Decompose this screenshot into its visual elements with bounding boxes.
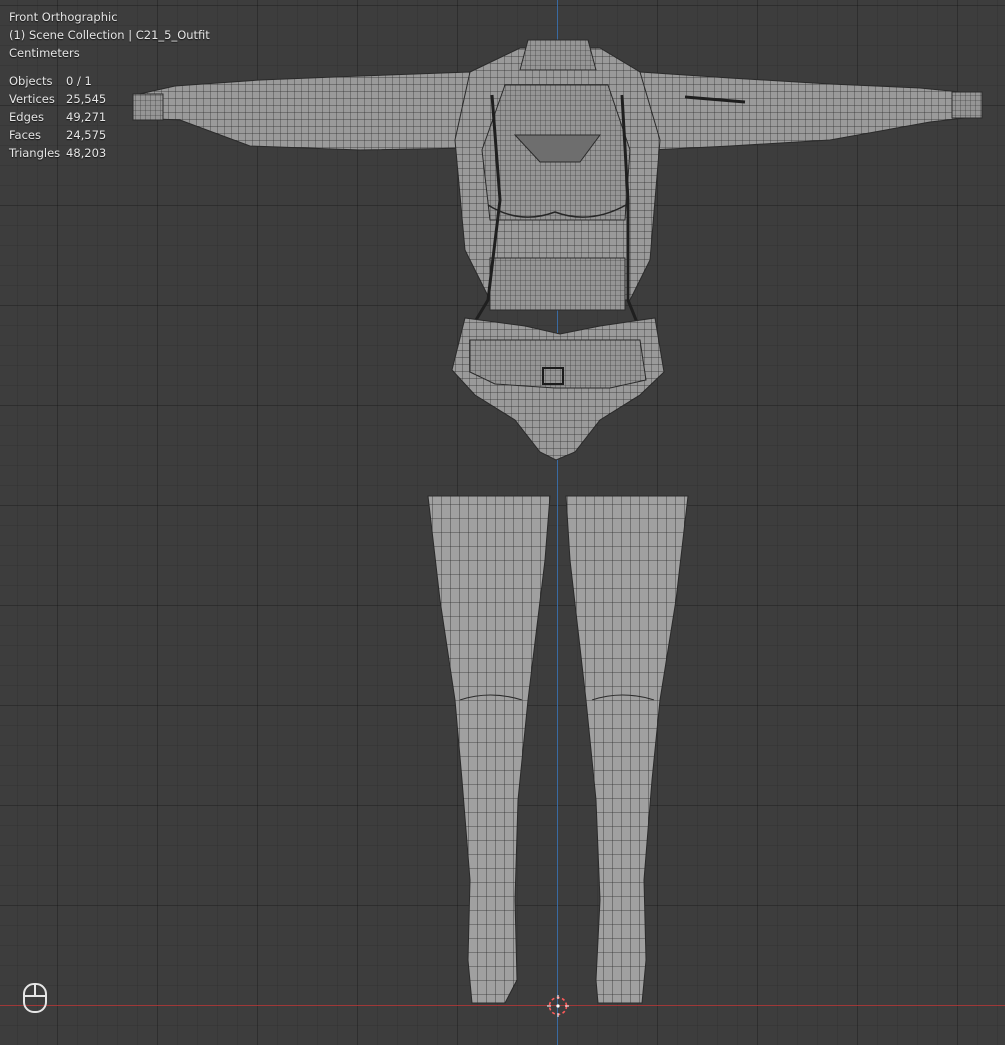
stat-label: Faces: [9, 128, 41, 142]
belt: [469, 339, 647, 389]
viewport-info-overlay: Front Orthographic (1) Scene Collection …: [9, 8, 210, 162]
stat-value: 24,575: [66, 128, 107, 142]
collar: [519, 39, 597, 71]
stat-label: Objects: [9, 74, 53, 88]
3d-cursor-icon[interactable]: [547, 995, 569, 1017]
stat-value: 25,545: [66, 92, 107, 106]
stat-value: 0 / 1: [66, 74, 92, 88]
crop-band: [489, 257, 626, 311]
scene-statistics: Objects 0 / 1 Vertices 25,545 Edges 49,271 …: [9, 72, 210, 162]
shorts: [451, 317, 665, 461]
stat-label: Triangles: [9, 146, 61, 160]
collection-label: (1) Scene Collection | C21_5_Outfit: [9, 28, 210, 42]
right-sleeve: [619, 71, 983, 151]
3d-viewport[interactable]: Front Orthographic (1) Scene Collection …: [0, 0, 1005, 1045]
right-cuff: [951, 91, 983, 119]
units-label: Centimeters: [9, 46, 80, 60]
left-stocking: [427, 495, 551, 1004]
right-stocking: [565, 495, 689, 1004]
mouse-icon: [23, 983, 47, 1013]
stat-label: Vertices: [9, 92, 55, 106]
stat-value: 48,203: [66, 146, 107, 160]
stat-label: Edges: [9, 110, 44, 124]
stat-value: 49,271: [66, 110, 107, 124]
view-name: Front Orthographic: [9, 10, 118, 24]
